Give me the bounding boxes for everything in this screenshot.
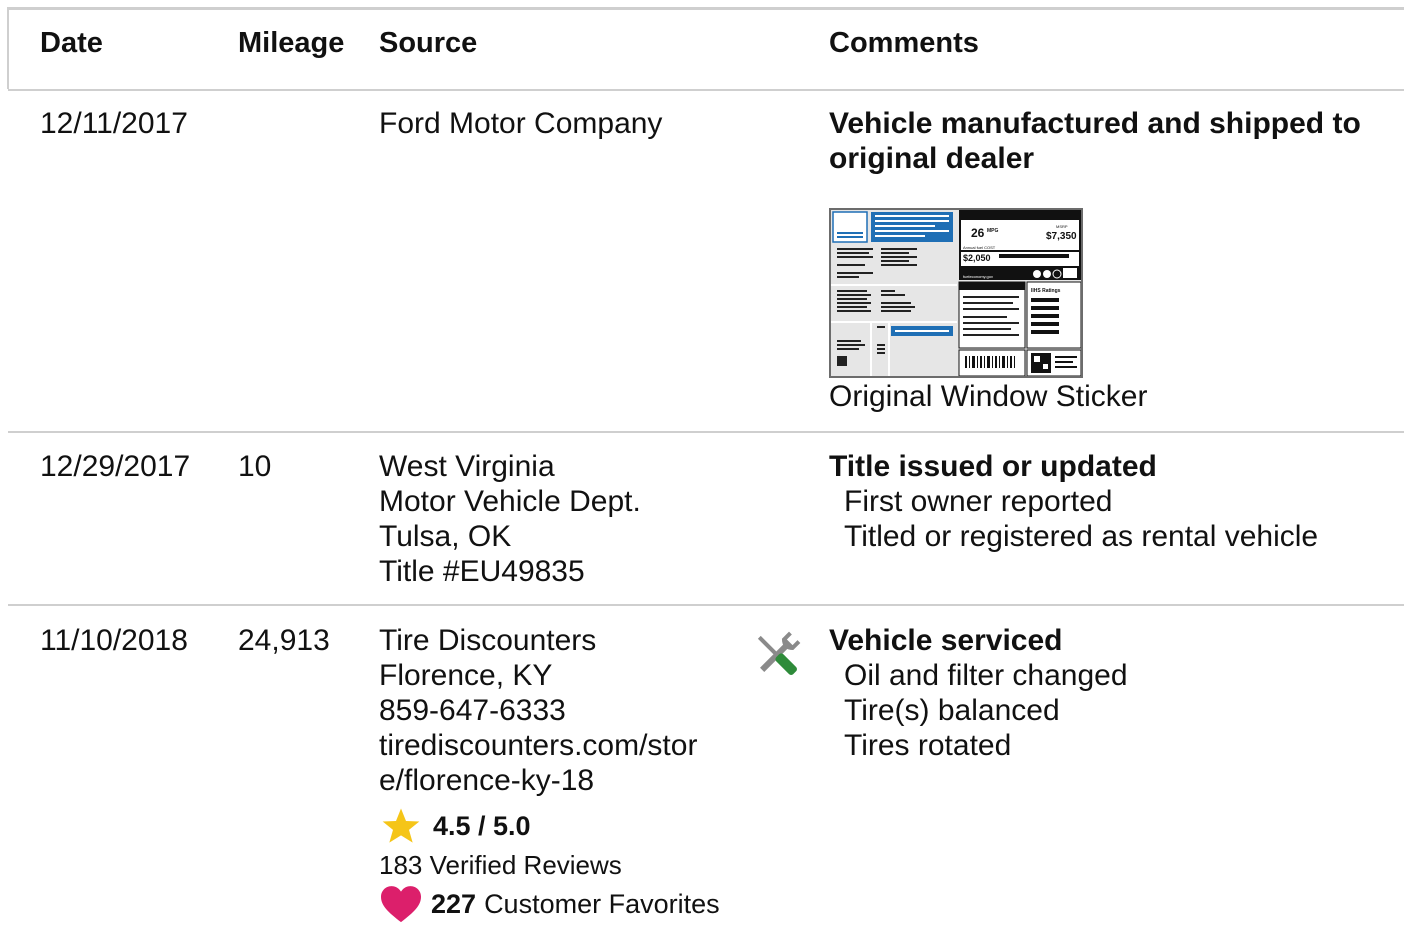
comment-item: Tire(s) balanced: [844, 694, 1060, 727]
sticker-cost-value: $2,050: [963, 253, 991, 263]
table-top-border: [8, 7, 1404, 10]
shop-rating[interactable]: 4.5 / 5.0: [379, 806, 531, 846]
row1-date: 12/11/2017: [40, 107, 188, 140]
customer-favorites[interactable]: 227 Customer Favorites: [379, 884, 720, 924]
header-mileage: Mileage: [238, 27, 345, 59]
header-comments: Comments: [829, 27, 979, 59]
sticker-msrp-label: MSRP: [1056, 224, 1068, 229]
row3-source: Tire Discounters Florence, KY 859-647-63…: [379, 623, 697, 798]
row2-date: 12/29/2017: [40, 450, 191, 483]
favorites-count: 227: [431, 888, 477, 919]
sticker-site: fueleconomy.gov: [963, 274, 993, 279]
sticker-msrp-value: $7,350: [1046, 231, 1077, 242]
row2-source: West Virginia Motor Vehicle Dept. Tulsa,…: [379, 449, 641, 589]
comment-item: First owner reported: [844, 485, 1113, 518]
row1-comment-title: Vehicle manufactured and shipped to orig…: [829, 107, 1361, 175]
sticker-iihs-label: IIHS Ratings: [1031, 288, 1061, 294]
comment-title: Title issued or updated: [829, 450, 1157, 483]
header-left-border: [7, 7, 9, 89]
row1-source: Ford Motor Company: [379, 106, 662, 141]
row3-comments: Vehicle serviced Oil and filter changed …: [829, 623, 1128, 763]
star-icon: [382, 808, 420, 843]
window-sticker-thumbnail[interactable]: Fuel Economy 26 MPG MSRP $7,350 Annual f…: [829, 208, 1083, 378]
sticker-fuel-label: Fuel Economy: [964, 219, 990, 224]
favorites-label: Customer Favorites: [484, 888, 720, 919]
source-line: West Virginia: [379, 450, 555, 483]
rating-value: 4.5 / 5.0: [433, 810, 531, 841]
source-line: Florence, KY: [379, 659, 553, 692]
row2-mileage: 10: [238, 450, 272, 483]
heart-icon: [381, 886, 421, 923]
window-sticker-caption[interactable]: Original Window Sticker: [829, 380, 1147, 414]
row-divider-2: [8, 604, 1404, 606]
row-divider-1: [8, 431, 1404, 433]
source-name[interactable]: Tire Discounters: [379, 623, 697, 658]
header-divider: [8, 89, 1404, 91]
verified-reviews-link[interactable]: 183 Verified Reviews: [379, 850, 622, 881]
source-line: Title #EU49835: [379, 555, 585, 588]
sticker-cost-label: Annual fuel COST: [963, 245, 996, 250]
source-line: Tulsa, OK: [379, 520, 512, 553]
header-date: Date: [40, 27, 103, 59]
sticker-mpg-value: 26: [971, 226, 985, 240]
comment-item: Oil and filter changed: [844, 659, 1128, 692]
source-url[interactable]: e/florence-ky-18: [379, 763, 697, 798]
row3-date: 11/10/2018: [40, 624, 188, 657]
header-source: Source: [379, 27, 478, 59]
comment-title: Vehicle serviced: [829, 624, 1063, 657]
row3-mileage: 24,913: [238, 624, 330, 657]
comment-item: Tires rotated: [844, 729, 1012, 762]
source-line: Motor Vehicle Dept.: [379, 485, 641, 518]
source-url[interactable]: tirediscounters.com/stor: [379, 728, 697, 763]
window-sticker-image: Fuel Economy 26 MPG MSRP $7,350 Annual f…: [831, 210, 1082, 377]
source-phone[interactable]: 859-647-6333: [379, 693, 697, 728]
source-line: Ford Motor Company: [379, 107, 663, 140]
tools-icon: [757, 631, 801, 675]
sticker-mpg-unit: MPG: [987, 228, 999, 234]
row2-comments: Title issued or updated First owner repo…: [829, 449, 1318, 554]
comment-item: Titled or registered as rental vehicle: [844, 520, 1319, 553]
